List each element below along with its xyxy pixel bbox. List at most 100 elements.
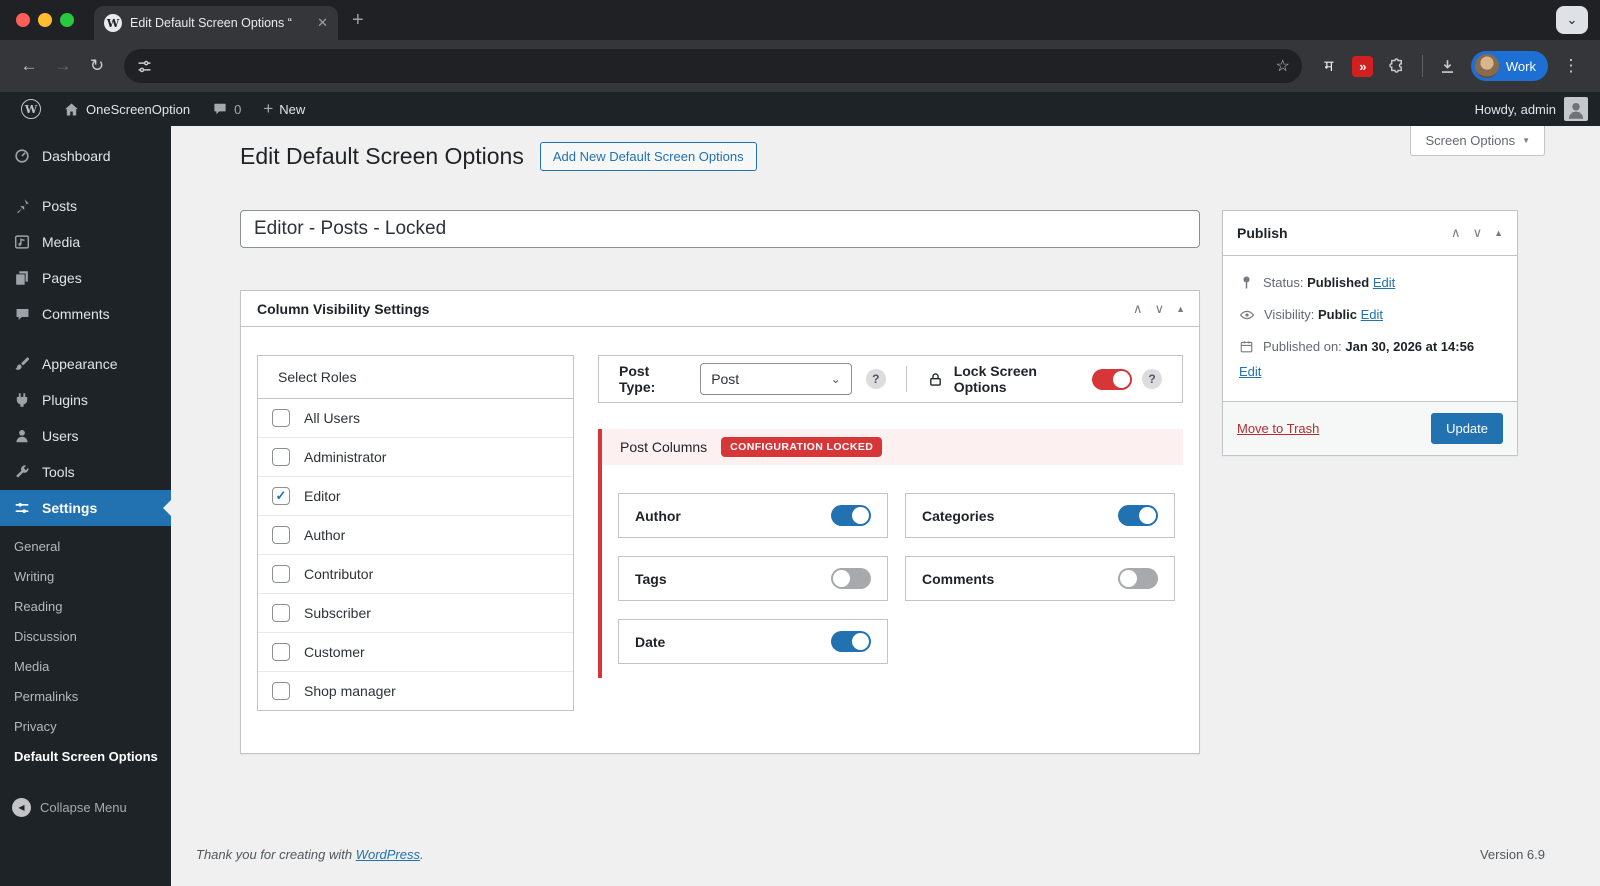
footer-version: Version 6.9: [1479, 847, 1545, 862]
column-card-author: Author: [618, 493, 888, 538]
chevron-down-icon: ⌄: [830, 372, 841, 386]
post-type-select[interactable]: Post ⌄: [700, 363, 852, 395]
submenu-media[interactable]: Media: [0, 652, 171, 682]
sidebar-item-tools[interactable]: Tools: [0, 454, 171, 490]
move-down-icon[interactable]: ∨: [1473, 225, 1483, 241]
wp-logo-menu[interactable]: W: [12, 92, 50, 126]
update-button[interactable]: Update: [1431, 413, 1503, 444]
downloads-icon[interactable]: [1433, 57, 1463, 76]
howdy-label: Howdy, admin: [1474, 101, 1556, 117]
post-columns-section: Post Columns CONFIGURATION LOCKED Author: [598, 429, 1183, 678]
window-zoom-button[interactable]: [60, 13, 74, 27]
categories-toggle[interactable]: [1118, 505, 1158, 526]
move-to-trash-link[interactable]: Move to Trash: [1237, 421, 1319, 436]
brush-icon: [12, 355, 32, 373]
browser-tab[interactable]: W Edit Default Screen Options “ ✕: [94, 6, 338, 40]
browser-menu-icon[interactable]: ⋮: [1556, 56, 1586, 76]
bookmark-star-icon[interactable]: ☆: [1276, 56, 1290, 76]
edit-status-link[interactable]: Edit: [1373, 275, 1395, 290]
sidebar-item-users[interactable]: Users: [0, 418, 171, 454]
window-minimize-button[interactable]: [38, 13, 52, 27]
column-card-categories: Categories: [905, 493, 1175, 538]
post-title-input[interactable]: [240, 210, 1200, 248]
pin-status-icon: [1239, 275, 1254, 290]
comments-icon: [12, 306, 32, 323]
divider: [905, 366, 907, 392]
checkbox[interactable]: [272, 448, 290, 466]
submenu-privacy[interactable]: Privacy: [0, 712, 171, 742]
sidebar-item-appearance[interactable]: Appearance: [0, 346, 171, 382]
edit-visibility-link[interactable]: Edit: [1361, 307, 1383, 322]
site-name-label: OneScreenOption: [86, 101, 191, 117]
submenu-reading[interactable]: Reading: [0, 592, 171, 622]
wordpress-logo-icon: W: [21, 99, 41, 119]
comments-toggle[interactable]: [1118, 568, 1158, 589]
checkbox[interactable]: [272, 487, 290, 505]
sidebar-item-media[interactable]: Media: [0, 224, 171, 260]
role-row-author: Author: [258, 516, 573, 555]
edit-published-link[interactable]: Edit: [1239, 364, 1261, 379]
tab-close-icon[interactable]: ✕: [317, 15, 328, 31]
add-new-button[interactable]: Add New Default Screen Options: [539, 141, 757, 171]
collapse-panel-icon[interactable]: ▲: [1494, 228, 1503, 238]
screen-options-tab[interactable]: Screen Options ▼: [1410, 126, 1545, 156]
new-label: New: [279, 101, 306, 117]
post-type-label: Post Type:: [619, 363, 656, 395]
pushpin-icon: [12, 197, 32, 215]
wordpress-favicon-icon: W: [104, 14, 122, 32]
tab-search-chevron-icon[interactable]: ⌄: [1556, 6, 1588, 34]
comments-menu[interactable]: 0: [203, 92, 250, 126]
published-on-row: Published on: Jan 30, 2026 at 14:56: [1239, 338, 1501, 355]
sidebar-item-pages[interactable]: Pages: [0, 260, 171, 296]
move-down-icon[interactable]: ∨: [1155, 301, 1165, 317]
submenu-general[interactable]: General: [0, 532, 171, 562]
checkbox[interactable]: [272, 565, 290, 583]
role-row-administrator: Administrator: [258, 438, 573, 477]
wordpress-link[interactable]: WordPress: [356, 847, 420, 862]
extension-forward-icon[interactable]: »: [1348, 55, 1378, 77]
author-toggle[interactable]: [831, 505, 871, 526]
collapse-menu-button[interactable]: ◀ Collapse Menu: [0, 790, 171, 825]
sidebar-item-comments[interactable]: Comments: [0, 296, 171, 332]
extensions-puzzle-icon[interactable]: [1382, 57, 1412, 76]
sidebar-item-plugins[interactable]: Plugins: [0, 382, 171, 418]
sidebar-item-dashboard[interactable]: Dashboard: [0, 138, 171, 174]
new-content-menu[interactable]: + New: [254, 92, 314, 126]
new-tab-button[interactable]: +: [352, 9, 364, 32]
collapse-panel-icon[interactable]: ▲: [1176, 304, 1185, 314]
browser-profile-button[interactable]: Work: [1470, 51, 1548, 81]
admin-footer: Thank you for creating with WordPress. V…: [196, 847, 1545, 862]
submenu-permalinks[interactable]: Permalinks: [0, 682, 171, 712]
checkbox[interactable]: [272, 409, 290, 427]
submenu-discussion[interactable]: Discussion: [0, 622, 171, 652]
address-bar[interactable]: ☆: [124, 49, 1302, 83]
lock-help-icon[interactable]: ?: [1142, 369, 1162, 389]
forward-icon[interactable]: →: [48, 56, 78, 76]
sidebar-item-settings[interactable]: Settings: [0, 490, 171, 526]
page-title: Edit Default Screen Options: [240, 142, 524, 169]
checkbox[interactable]: [272, 604, 290, 622]
my-account-menu[interactable]: Howdy, admin: [1475, 97, 1588, 121]
tags-toggle[interactable]: [831, 568, 871, 589]
column-card-tags: Tags: [618, 556, 888, 601]
post-type-help-icon[interactable]: ?: [865, 369, 886, 389]
settings-sliders-icon: [12, 499, 32, 517]
submenu-writing[interactable]: Writing: [0, 562, 171, 592]
checkbox[interactable]: [272, 682, 290, 700]
profile-avatar: [1474, 54, 1499, 78]
move-up-icon[interactable]: ∧: [1133, 301, 1143, 317]
submenu-default-screen-options[interactable]: Default Screen Options: [0, 742, 171, 772]
checkbox[interactable]: [272, 526, 290, 544]
move-up-icon[interactable]: ∧: [1451, 225, 1461, 241]
window-close-button[interactable]: [16, 13, 30, 27]
reload-icon[interactable]: ↻: [82, 56, 112, 76]
extension-devanagari-icon[interactable]: म: [1314, 56, 1344, 76]
lock-screen-options-toggle[interactable]: [1092, 368, 1132, 390]
back-icon[interactable]: ←: [14, 56, 44, 76]
sidebar-item-posts[interactable]: Posts: [0, 188, 171, 224]
site-name-menu[interactable]: OneScreenOption: [54, 92, 199, 126]
role-row-all-users: All Users: [258, 399, 573, 438]
site-settings-icon[interactable]: [136, 58, 153, 75]
date-toggle[interactable]: [831, 631, 871, 652]
checkbox[interactable]: [272, 643, 290, 661]
